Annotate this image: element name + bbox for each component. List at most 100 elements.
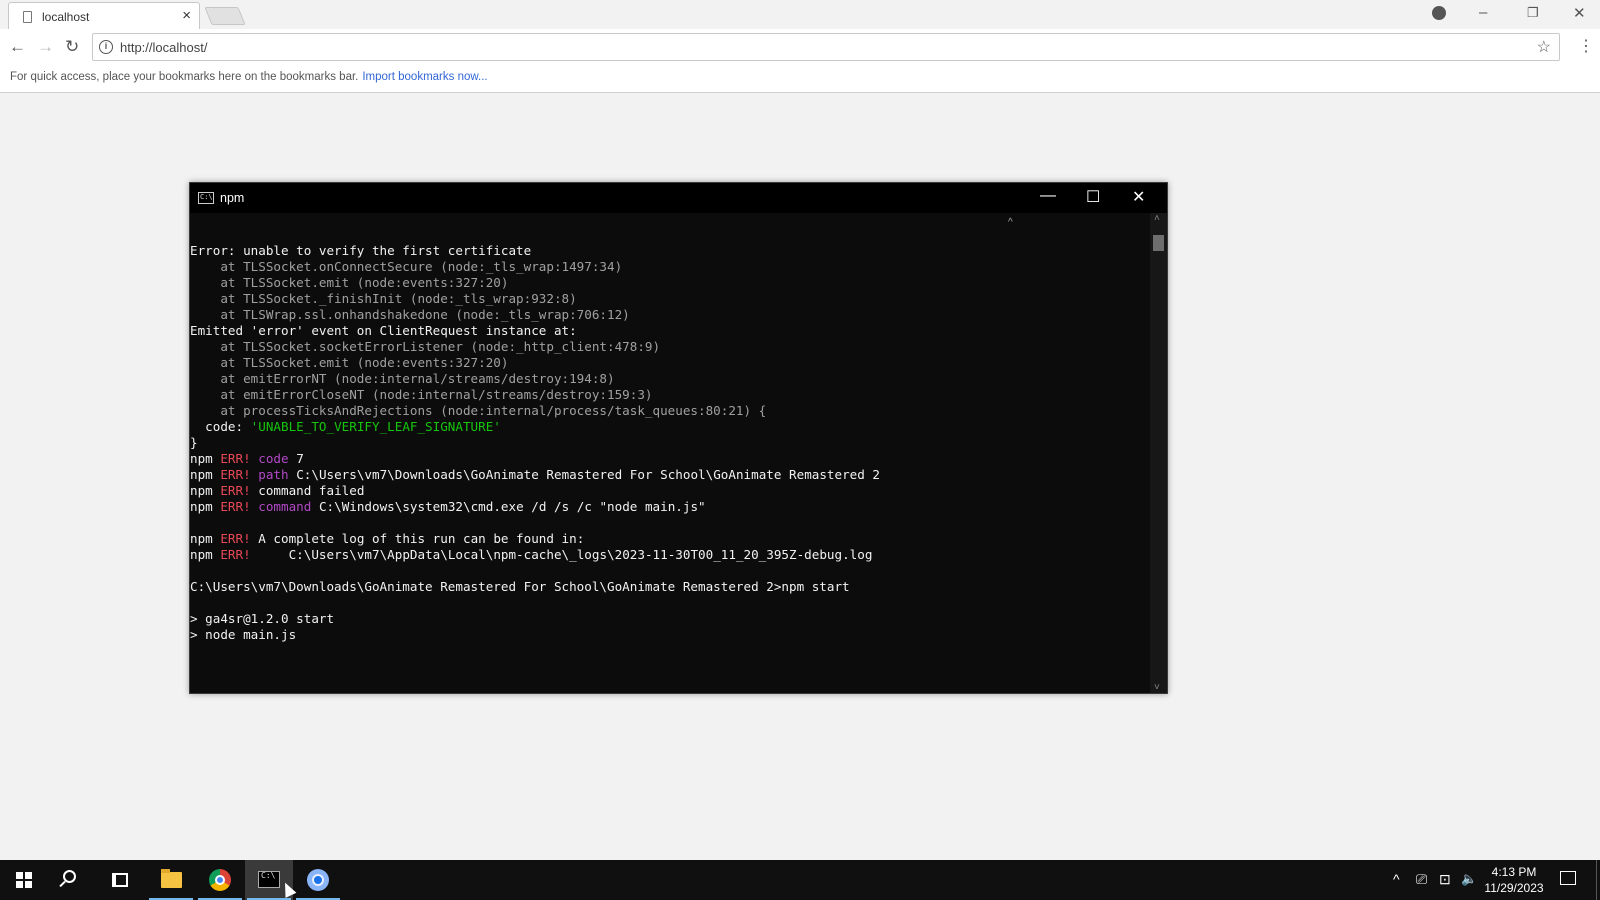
console-line: } xyxy=(190,435,198,450)
err-tag: ERR! xyxy=(220,483,251,498)
console-minimize-icon[interactable]: — xyxy=(1040,187,1056,205)
console-line: at processTicksAndRejections (node:inter… xyxy=(190,403,1145,419)
browser-toolbar: ← → ↻ i http://localhost/ ☆ ⋮ xyxy=(0,29,1600,65)
page-icon xyxy=(23,11,32,23)
notification-icon[interactable] xyxy=(1560,871,1576,885)
npm-prefix: npm xyxy=(190,483,221,498)
show-desktop-button[interactable] xyxy=(1596,860,1597,900)
chromium-icon xyxy=(307,869,329,891)
err-value: C:\Windows\system32\cmd.exe /d /s /c "no… xyxy=(311,499,706,514)
console-line: > node main.js xyxy=(190,627,297,642)
tab-title: localhost xyxy=(42,10,90,24)
tab-close-icon[interactable]: × xyxy=(182,7,191,24)
npm-prefix: npm xyxy=(190,547,221,562)
console-titlebar[interactable]: C:\ npm — ☐ ✕ xyxy=(190,183,1167,213)
console-output[interactable]: Error: unable to verify the first certif… xyxy=(190,243,1145,643)
site-info-icon[interactable]: i xyxy=(99,40,113,54)
network-icon[interactable]: ⊡ xyxy=(1439,871,1451,888)
scroll-down-icon[interactable]: ˅ xyxy=(1154,682,1160,693)
back-icon[interactable]: ← xyxy=(9,37,26,57)
console-close-icon[interactable]: ✕ xyxy=(1132,187,1145,207)
clock-date: 11/29/2023 xyxy=(1484,881,1544,895)
code-key: code: xyxy=(190,419,251,434)
console-line: at emitErrorCloseNT (node:internal/strea… xyxy=(190,387,653,402)
err-key: command xyxy=(250,499,312,514)
folder-icon xyxy=(161,869,182,888)
start-button[interactable] xyxy=(0,860,48,900)
command-prompt-icon: C:\ xyxy=(258,871,280,888)
err-value: 7 xyxy=(288,451,304,466)
console-line: npm ERR! A complete log of this run can … xyxy=(190,531,1145,547)
err-key: path xyxy=(250,467,289,482)
import-bookmarks-link[interactable]: Import bookmarks now... xyxy=(362,71,487,83)
console-scrollbar[interactable]: ˄ ˅ xyxy=(1150,213,1167,693)
console-maximize-icon[interactable]: ☐ xyxy=(1086,187,1100,207)
code-value: 'UNABLE_TO_VERIFY_LEAF_SIGNATURE' xyxy=(250,419,501,434)
close-window-icon[interactable]: ✕ xyxy=(1573,4,1586,22)
npm-prefix: npm xyxy=(190,467,221,482)
bookmark-star-icon[interactable]: ☆ xyxy=(1537,37,1551,57)
npm-prefix: npm xyxy=(190,499,221,514)
console-line: Error: unable to verify the first certif… xyxy=(190,243,532,258)
clock-time: 4:13 PM xyxy=(1491,865,1537,879)
err-tag: ERR! xyxy=(220,467,251,482)
console-line: npm ERR! C:\Users\vm7\AppData\Local\npm-… xyxy=(190,547,1145,563)
console-prompt-line: C:\Users\vm7\Downloads\GoAnimate Remaste… xyxy=(190,579,850,594)
console-line: at TLSSocket.socketErrorListener (node:_… xyxy=(190,339,661,354)
err-value: C:\Users\vm7\Downloads\GoAnimate Remaste… xyxy=(288,467,881,482)
browser-menu-icon[interactable]: ⋮ xyxy=(1578,36,1594,56)
taskbar: C:\ ^ ⎚ ⊡ 🔈 4:13 PM 11/29/2023 xyxy=(0,860,1600,900)
err-value: C:\Users\vm7\AppData\Local\npm-cache\_lo… xyxy=(250,547,873,562)
taskbar-chrome[interactable] xyxy=(196,860,244,900)
task-view-icon xyxy=(112,873,128,887)
scroll-thumb[interactable] xyxy=(1153,235,1164,251)
console-line: npm ERR! command failed xyxy=(190,483,1145,499)
volume-icon[interactable]: 🔈 xyxy=(1461,871,1477,887)
console-line: npm ERR! command C:\Windows\system32\cmd… xyxy=(190,499,1145,515)
npm-prefix: npm xyxy=(190,531,221,546)
browser-tabbar: localhost × – ❐ ✕ xyxy=(0,0,1600,29)
taskbar-clock[interactable]: 4:13 PM 11/29/2023 xyxy=(1478,864,1550,896)
err-key: code xyxy=(250,451,289,466)
task-view-button[interactable] xyxy=(96,860,144,900)
err-tag: ERR! xyxy=(220,531,251,546)
console-line: at TLSSocket._finishInit (node:_tls_wrap… xyxy=(190,291,577,306)
console-line: npm ERR! path C:\Users\vm7\Downloads\GoA… xyxy=(190,467,1145,483)
scroll-caret-icon: ^ xyxy=(1008,217,1013,228)
console-line: code: 'UNABLE_TO_VERIFY_LEAF_SIGNATURE' xyxy=(190,419,1145,435)
console-line: at emitErrorNT (node:internal/streams/de… xyxy=(190,371,615,386)
npm-console-window[interactable]: C:\ npm — ☐ ✕ ^ ˄ ˅ Error: unable to ver… xyxy=(189,182,1168,694)
err-tag: ERR! xyxy=(220,451,251,466)
console-line: at TLSSocket.emit (node:events:327:20) xyxy=(190,355,509,370)
minimize-icon[interactable]: – xyxy=(1479,4,1487,21)
console-line: Emitted 'error' event on ClientRequest i… xyxy=(190,323,577,338)
taskbar-chromium[interactable] xyxy=(294,860,342,900)
bookmarks-message: For quick access, place your bookmarks h… xyxy=(10,71,488,83)
meet-now-icon[interactable]: ⎚ xyxy=(1416,871,1427,888)
stack-frame: at processTicksAndRejections (node:inter… xyxy=(190,403,767,418)
err-value: command failed xyxy=(250,483,365,498)
console-line: at TLSWrap.ssl.onhandshakedone (node:_tl… xyxy=(190,307,630,322)
address-bar[interactable]: i http://localhost/ ☆ xyxy=(92,33,1560,61)
forward-icon[interactable]: → xyxy=(37,37,54,57)
cmd-icon: C:\ xyxy=(198,192,214,204)
search-button[interactable] xyxy=(48,860,96,900)
err-tag: ERR! xyxy=(220,499,251,514)
tray-chevron-icon[interactable]: ^ xyxy=(1393,871,1400,887)
taskbar-file-explorer[interactable] xyxy=(147,860,195,900)
err-tag: ERR! xyxy=(220,547,251,562)
console-title: npm xyxy=(220,191,245,205)
reload-icon[interactable]: ↻ xyxy=(65,37,79,57)
restore-icon[interactable]: ❐ xyxy=(1527,5,1539,21)
tab-localhost[interactable]: localhost × xyxy=(8,2,200,29)
url-text[interactable]: http://localhost/ xyxy=(120,40,207,55)
scroll-up-icon[interactable]: ˄ xyxy=(1154,213,1160,224)
profile-icon[interactable] xyxy=(1432,6,1446,20)
bookmarks-hint-text: For quick access, place your bookmarks h… xyxy=(10,71,359,83)
npm-prefix: npm xyxy=(190,451,221,466)
new-tab-button[interactable] xyxy=(204,7,246,25)
console-line: npm ERR! code 7 xyxy=(190,451,1145,467)
